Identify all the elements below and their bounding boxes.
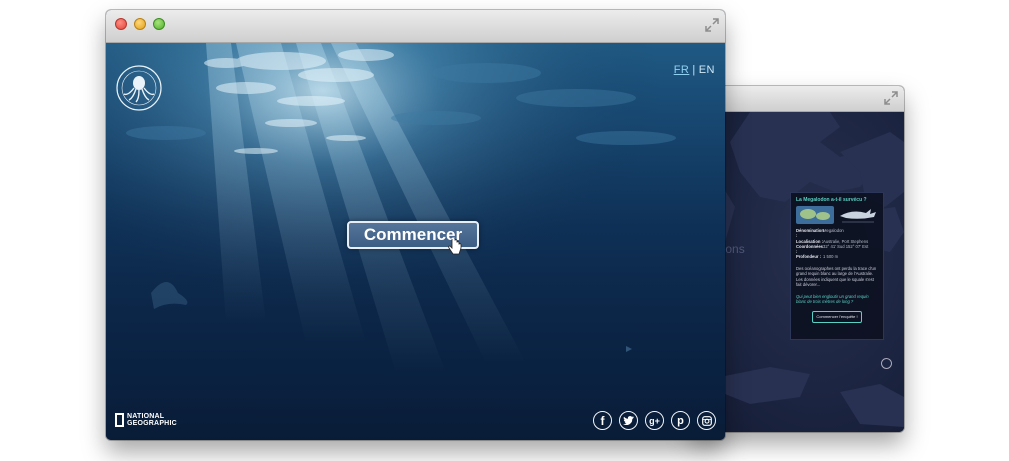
fullscreen-arrows-icon[interactable] xyxy=(705,18,719,32)
language-fr-link[interactable]: FR xyxy=(674,64,690,76)
panel-question: Qui peut bien engloutir un grand requin … xyxy=(796,293,869,305)
social-share-bar: f g+ p xyxy=(593,411,716,430)
panel-thumbnails xyxy=(796,206,878,224)
mini-map-thumbnail xyxy=(796,206,834,224)
detail-row: Coordonnées : 32° 41' Sud 152° 07' Est xyxy=(796,244,878,255)
instagram-icon[interactable] xyxy=(697,411,716,430)
language-en-link[interactable]: EN xyxy=(699,64,715,76)
detail-value: Megalodon xyxy=(823,228,844,233)
facebook-icon[interactable]: f xyxy=(593,411,612,430)
detail-row: Profondeur : 1 500 m xyxy=(796,254,878,259)
language-separator: | xyxy=(692,64,696,76)
shark-silhouette-icon xyxy=(838,206,878,224)
main-browser-window: FR | EN Commencer NATIONAL GEOGRAPHIC f g+… xyxy=(106,10,725,440)
language-switcher: FR | EN xyxy=(674,64,715,76)
twitter-icon[interactable] xyxy=(619,411,638,430)
sound-toggle-icon[interactable] xyxy=(881,358,892,369)
panel-title: La Megalodon a-t-il survécu ? xyxy=(796,197,867,203)
maximize-window-button[interactable] xyxy=(153,18,165,30)
start-investigation-button[interactable]: Commencer l'enquête ! xyxy=(812,310,862,323)
yellow-frame-icon xyxy=(115,413,124,427)
window-titlebar xyxy=(106,10,725,43)
detail-key: Profondeur : xyxy=(796,254,822,260)
minimize-window-button[interactable] xyxy=(134,18,146,30)
underwater-scene: FR | EN Commencer NATIONAL GEOGRAPHIC f g+… xyxy=(106,43,725,440)
fullscreen-arrows-icon[interactable] xyxy=(884,91,898,105)
close-window-button[interactable] xyxy=(115,18,127,30)
panel-details: Dénomination : Megalodon Localisation : … xyxy=(796,228,878,260)
hand-cursor-icon xyxy=(448,239,462,255)
pinterest-icon[interactable]: p xyxy=(671,411,690,430)
detail-value: 1 500 m xyxy=(823,254,839,260)
national-geographic-logo[interactable]: NATIONAL GEOGRAPHIC xyxy=(115,413,177,427)
location-info-panel: La Megalodon a-t-il survécu ? Dénominati… xyxy=(790,192,884,340)
detail-row: Dénomination : Megalodon xyxy=(796,228,878,239)
natgeo-line2: GEOGRAPHIC xyxy=(127,420,177,427)
panel-description: Des océanographes ont perdu la trace d'u… xyxy=(796,265,877,288)
detail-value: 32° 41' Sud 152° 07' Est xyxy=(823,243,869,249)
detail-key: Dénomination : xyxy=(796,228,824,239)
octopus-logo-icon[interactable] xyxy=(115,64,163,112)
google-plus-icon[interactable]: g+ xyxy=(645,411,664,430)
detail-key: Coordonnées : xyxy=(796,243,823,255)
natgeo-line1: NATIONAL xyxy=(127,413,165,420)
